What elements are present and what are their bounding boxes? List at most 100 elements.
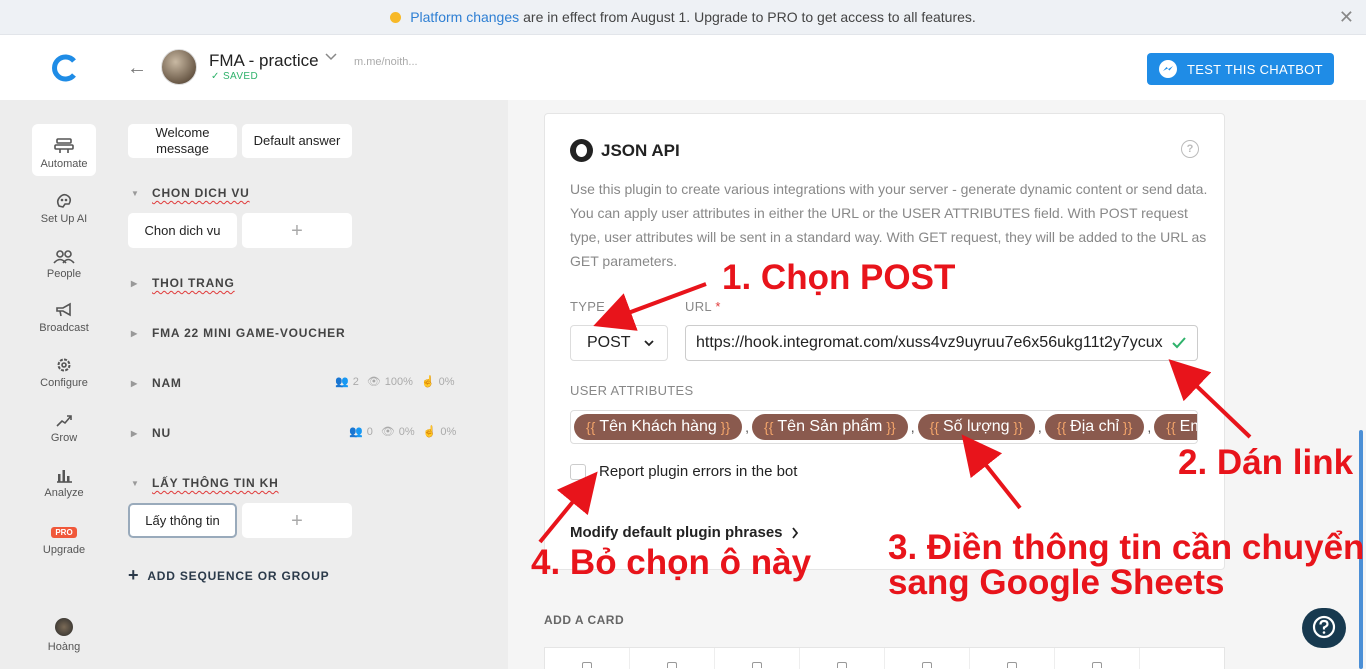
group-nu[interactable]: ▶ NU [131,426,171,440]
platform-changes-link[interactable]: Platform changes [410,9,519,25]
user-attributes-field[interactable]: {{Tên Khách hàng}} , {{Tên Sản phẩm}} , … [570,410,1198,444]
nav-configure[interactable]: Configure [32,343,96,395]
collapse-triangle-icon[interactable]: ▶ [131,329,152,338]
nav-automate[interactable]: Automate [32,124,96,176]
url-label: URL * [685,299,721,314]
add-sequence-button[interactable]: + ADD SEQUENCE OR GROUP [128,565,329,586]
expand-triangle-icon[interactable]: ▼ [131,189,152,198]
block-chon-dich-vu[interactable]: Chon dich vu [128,213,237,248]
click-icon: ☝ [422,426,437,438]
json-api-plugin-card: JSON API ? Use this plugin to create var… [544,113,1225,570]
announcement-banner: Platform changes are in effect from Augu… [0,0,1366,35]
group-chon-dich-vu[interactable]: ▼ CHON DICH VU [131,186,250,200]
nav-setup-ai[interactable]: Set Up AI [32,179,96,231]
plugin-title: JSON API [570,139,680,162]
card-tile[interactable] [715,648,800,669]
chevron-down-icon [644,340,654,347]
check-icon [1172,337,1186,349]
nav-upgrade[interactable]: PRO Upgrade [32,510,96,562]
card-type-tiles [544,647,1225,669]
users-icon: 👥 [335,376,349,388]
card-tile[interactable] [885,648,970,669]
group-lay-thong-tin[interactable]: ▼ LẤY THÔNG TIN KH [131,476,279,490]
nav-analyze[interactable]: Analyze [32,453,96,505]
add-card-label: ADD A CARD [544,613,625,627]
test-chatbot-button[interactable]: TEST THIS CHATBOT [1147,53,1334,85]
report-errors-checkbox-row[interactable]: Report plugin errors in the bot [570,463,797,480]
group-fma-mini-game[interactable]: ▶ FMA 22 MINI GAME-VOUCHER [131,326,345,340]
collapse-triangle-icon[interactable]: ▶ [131,429,152,438]
warning-dot-icon [390,11,402,23]
modify-phrases-link[interactable]: Modify default plugin phrases [570,524,799,541]
check-icon: ✓ [211,71,220,82]
bot-avatar [161,49,197,85]
help-icon[interactable]: ? [1181,140,1199,158]
nav-user[interactable]: Hoàng [32,607,96,659]
attribute-chip[interactable]: {{Số lượng}} [917,414,1035,440]
messenger-icon [1159,60,1177,78]
collapse-triangle-icon[interactable]: ▶ [131,379,152,388]
help-chat-button[interactable] [1302,608,1346,648]
card-tile[interactable] [970,648,1055,669]
report-errors-checkbox[interactable] [570,463,586,480]
card-tile[interactable] [545,648,630,669]
automate-icon [54,138,74,153]
eye-icon: 👁 [380,426,395,438]
banner-message: are in effect from August 1. Upgrade to … [523,9,976,25]
grow-icon [56,415,72,427]
left-navigation: Automate Set Up AI People Broadcast Conf… [0,100,128,669]
saved-status: ✓ SAVED [211,71,259,82]
type-label: TYPE [570,299,606,314]
bot-url[interactable]: m.me/noith... [354,56,418,68]
group-nu-stats: 👥 0 👁 0% ☝ 0% [349,425,457,439]
card-tile[interactable] [1140,648,1224,669]
nav-broadcast[interactable]: Broadcast [32,288,96,340]
add-block-button[interactable]: + [242,213,352,248]
blocks-panel: Welcome message Default answer ▼ CHON DI… [128,100,508,669]
attribute-chip[interactable]: {{Địa chỉ}} [1044,414,1145,440]
expand-triangle-icon[interactable]: ▼ [131,479,152,488]
annotation-step1: 1. Chọn POST [722,258,956,297]
group-nam[interactable]: ▶ NAM [131,376,182,390]
attribute-chip[interactable]: {{Tên Sản phẩm}} [752,414,908,440]
type-select[interactable]: POST [570,325,668,361]
annotation-step2: 2. Dán link [1178,443,1354,482]
card-tile[interactable] [1055,648,1140,669]
pro-badge: PRO [51,527,77,538]
bar-chart-icon [57,470,72,483]
users-icon: 👥 [349,426,363,438]
question-chat-icon [1312,615,1336,639]
attribute-chip[interactable]: {{Email}} [1154,414,1197,440]
people-icon [53,250,75,264]
nav-grow[interactable]: Grow [32,398,96,450]
add-block-button[interactable]: + [242,503,352,538]
user-avatar [55,618,73,636]
collapse-triangle-icon[interactable]: ▶ [131,279,152,288]
card-tile[interactable] [800,648,885,669]
user-attributes-label: USER ATTRIBUTES [570,383,694,398]
chevron-right-icon [791,526,798,539]
attribute-chip[interactable]: {{Tên Khách hàng}} [574,414,743,440]
url-input[interactable]: https://hook.integromat.com/xuss4vz9uyru… [685,325,1198,361]
plus-icon: + [128,565,140,585]
megaphone-icon [56,302,71,317]
block-welcome-message[interactable]: Welcome message [128,124,237,158]
card-tile[interactable] [630,648,715,669]
json-api-icon [570,139,593,162]
annotation-step3: 3. Điền thông tin cần chuyển sang Google… [888,528,1365,602]
group-nam-stats: 👥 2 👁 100% ☝ 0% [335,375,455,389]
nav-people[interactable]: People [32,234,96,286]
click-icon: ☝ [420,376,435,388]
gear-icon [57,358,71,372]
chatfuel-logo[interactable] [50,53,80,83]
bot-name[interactable]: FMA - practice [209,51,319,71]
annotation-step4: 4. Bỏ chọn ô này [531,543,812,582]
block-lay-thong-tin[interactable]: Lấy thông tin [128,503,237,538]
chevron-down-icon[interactable] [325,53,337,61]
group-thoi-trang[interactable]: ▶ THOI TRANG [131,276,235,290]
ai-icon [56,193,72,208]
close-icon[interactable]: ✕ [1339,8,1354,26]
back-arrow-icon[interactable]: ← [127,57,147,80]
top-header: ← FMA - practice ✓ SAVED m.me/noith... T… [0,35,1366,100]
block-default-answer[interactable]: Default answer [242,124,352,158]
